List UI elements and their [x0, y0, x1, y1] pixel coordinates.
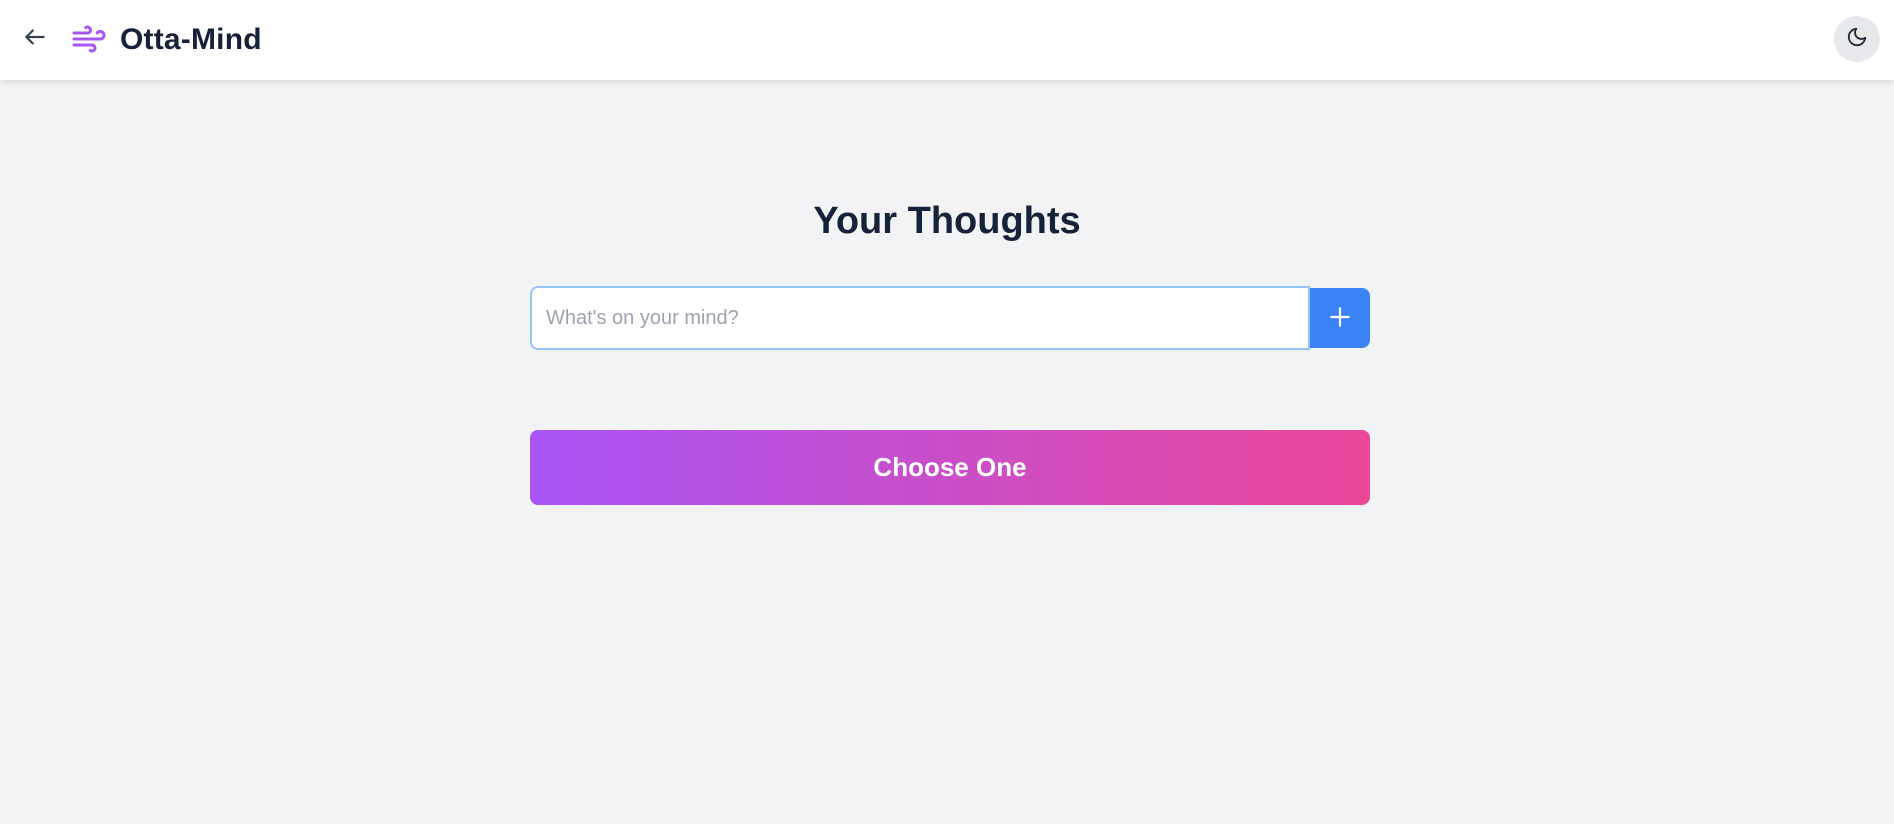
moon-icon — [1846, 26, 1868, 53]
plus-icon — [1327, 304, 1353, 333]
top-bar: Otta-Mind — [0, 0, 1894, 80]
arrow-left-icon — [22, 24, 48, 55]
theme-toggle-button[interactable] — [1834, 16, 1880, 62]
choose-one-button[interactable]: Choose One — [530, 430, 1370, 505]
app-title: Otta-Mind — [120, 23, 262, 56]
main-content: Your Thoughts Choose One — [0, 80, 1894, 824]
back-button[interactable] — [16, 20, 54, 58]
add-thought-button[interactable] — [1310, 288, 1370, 348]
thought-input[interactable] — [530, 286, 1310, 350]
page-title: Your Thoughts — [813, 200, 1081, 242]
wind-icon — [68, 20, 110, 58]
thought-input-row — [530, 286, 1370, 350]
